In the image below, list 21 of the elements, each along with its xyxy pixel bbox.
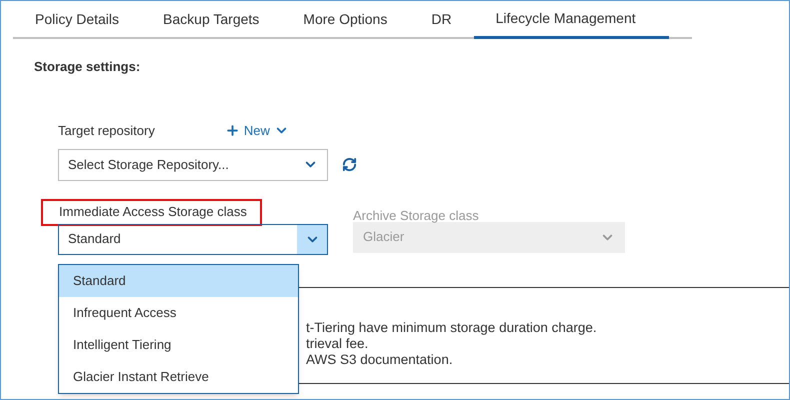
- repository-select[interactable]: Select Storage Repository...: [58, 148, 328, 180]
- dropdown-option[interactable]: Standard: [59, 264, 298, 296]
- storage-class-select[interactable]: Standard: [58, 224, 328, 254]
- tab[interactable]: Lifecycle Management: [474, 1, 669, 39]
- dropdown-option[interactable]: Infrequent Access: [59, 296, 298, 328]
- dropdown-option[interactable]: Glacier Instant Retrieve: [59, 360, 298, 392]
- field-label: Target repository: [58, 122, 155, 140]
- info-text: trieval fee.: [306, 336, 368, 352]
- tab[interactable]: More Options: [281, 1, 410, 39]
- plus-icon: [224, 123, 240, 138]
- tab[interactable]: Policy Details: [13, 1, 142, 39]
- section-title: Storage settings:: [34, 58, 140, 76]
- new-button[interactable]: New: [224, 121, 289, 140]
- field-label: Immediate Access Storage class: [41, 198, 262, 226]
- tab[interactable]: DR: [409, 1, 474, 39]
- info-text: AWS S3 documentation.: [306, 352, 453, 368]
- tab[interactable]: Backup Targets: [141, 1, 282, 39]
- field-label: Archive Storage class: [353, 206, 480, 222]
- refresh-icon[interactable]: [342, 157, 357, 172]
- dropdown-option[interactable]: Intelligent Tiering: [59, 328, 298, 360]
- info-text: t-Tiering have minimum storage duration charge.: [306, 320, 597, 336]
